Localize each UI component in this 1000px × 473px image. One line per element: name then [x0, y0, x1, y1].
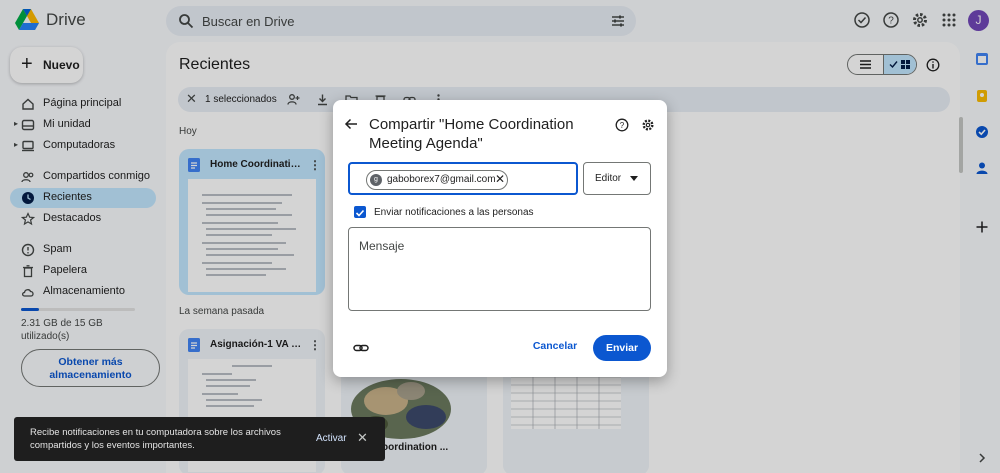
copy-link-icon[interactable] [353, 341, 369, 355]
close-icon[interactable]: ✕ [357, 430, 368, 446]
send-button[interactable]: Enviar [593, 335, 651, 361]
recipient-chip[interactable]: g gaboborex7@gmail.com ✕ [366, 170, 508, 190]
checkmark-icon [355, 209, 365, 217]
snackbar-activate-button[interactable]: Activar [316, 433, 347, 444]
dialog-title: Compartir "Home Coordination Meeting Age… [369, 116, 574, 152]
add-people-input[interactable]: g gaboborex7@gmail.com ✕ [348, 162, 578, 195]
message-placeholder: Mensaje [359, 239, 405, 253]
notify-checkbox[interactable] [354, 206, 366, 218]
settings-gear-icon[interactable] [641, 118, 655, 132]
notification-snackbar: Recibe notificaciones en tu computadora … [14, 417, 385, 461]
share-dialog: Compartir "Home Coordination Meeting Age… [333, 100, 667, 377]
dropdown-caret-icon [630, 176, 638, 181]
snackbar-message: Recibe notificaciones en tu computadora … [30, 427, 281, 451]
chip-email: gaboborex7@gmail.com [387, 174, 496, 185]
role-value: Editor [595, 173, 622, 184]
role-select[interactable]: Editor [583, 162, 651, 195]
cancel-button[interactable]: Cancelar [529, 340, 581, 356]
message-textarea[interactable]: Mensaje [348, 227, 651, 311]
svg-text:?: ? [620, 121, 625, 130]
help-icon[interactable]: ? [615, 118, 629, 132]
chip-avatar: g [370, 174, 382, 186]
notify-label: Enviar notificaciones a las personas [374, 207, 534, 218]
remove-chip-icon[interactable]: ✕ [495, 172, 505, 186]
back-arrow-icon[interactable] [344, 117, 358, 131]
